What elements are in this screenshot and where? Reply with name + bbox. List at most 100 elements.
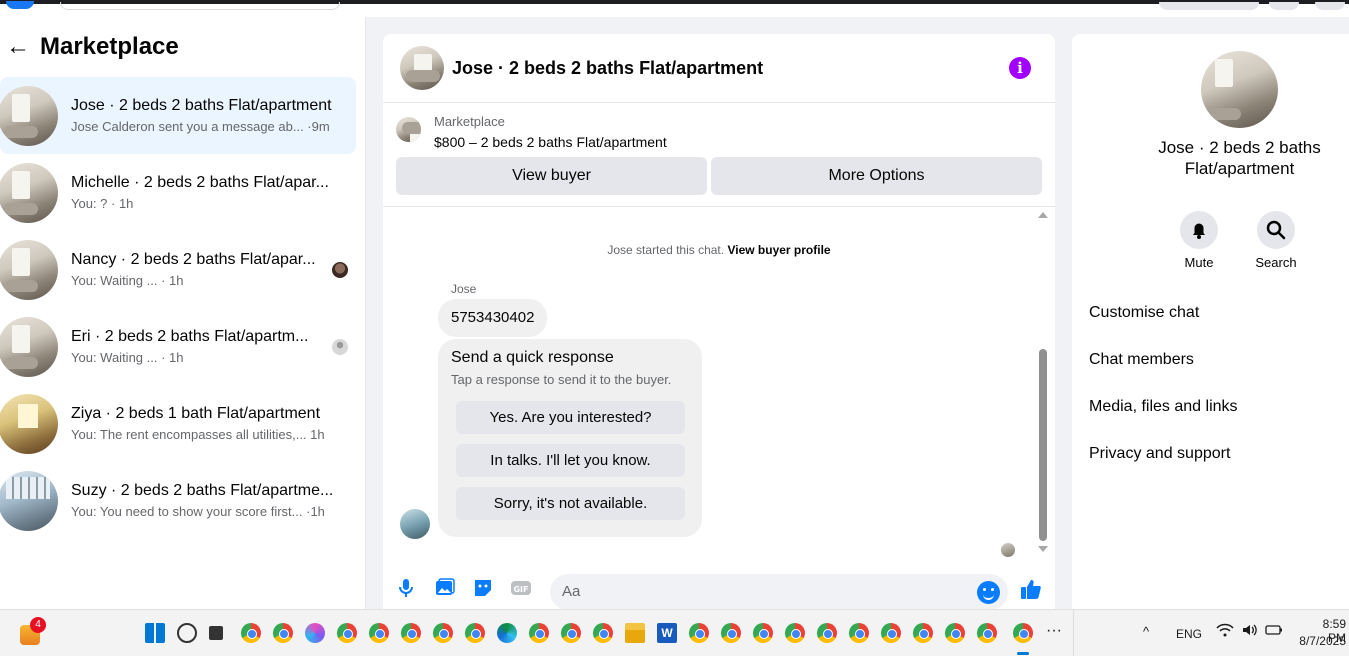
chrome-icon[interactable] bbox=[753, 623, 773, 643]
chrome-icon[interactable] bbox=[817, 623, 837, 643]
view-buyer-button[interactable]: View buyer bbox=[396, 157, 707, 195]
emoji-icon[interactable] bbox=[977, 581, 1000, 604]
task-view-icon[interactable] bbox=[209, 626, 223, 640]
quick-response-not-available-button[interactable]: Sorry, it's not available. bbox=[456, 487, 685, 520]
copilot-icon[interactable] bbox=[305, 623, 325, 643]
browser-top-strip bbox=[0, 0, 1349, 17]
profile-avatar[interactable] bbox=[1201, 51, 1278, 128]
media-files-links-item[interactable]: Media, files and links bbox=[1089, 398, 1238, 416]
listing-avatar bbox=[0, 470, 58, 531]
chrome-active-icon[interactable] bbox=[1013, 623, 1033, 643]
microphone-icon[interactable] bbox=[395, 577, 417, 599]
chrome-icon[interactable] bbox=[881, 623, 901, 643]
chrome-icon[interactable] bbox=[913, 623, 933, 643]
top-nav-icon[interactable] bbox=[1269, 2, 1299, 10]
search-label: Search bbox=[1255, 255, 1297, 270]
chat-members-item[interactable]: Chat members bbox=[1089, 351, 1194, 369]
sender-avatar bbox=[400, 509, 430, 539]
conversation-item-michelle[interactable]: Michelle · 2 beds 2 baths Flat/apar... Y… bbox=[0, 154, 356, 231]
chrome-icon[interactable] bbox=[977, 623, 997, 643]
quick-response-in-talks-button[interactable]: In talks. I'll let you know. bbox=[456, 444, 685, 477]
active-app-indicator bbox=[1017, 652, 1029, 655]
conversation-item-nancy[interactable]: Nancy · 2 beds 2 baths Flat/apar... You:… bbox=[0, 231, 356, 308]
chrome-icon[interactable] bbox=[433, 623, 453, 643]
chrome-icon[interactable] bbox=[689, 623, 709, 643]
chrome-icon[interactable] bbox=[337, 623, 357, 643]
panel-header: ← Marketplace bbox=[0, 17, 365, 77]
account-icon[interactable] bbox=[1315, 2, 1345, 10]
conversation-item-suzy[interactable]: Suzy · 2 beds 2 baths Flat/apartme... Yo… bbox=[0, 462, 356, 539]
chrome-icon[interactable] bbox=[529, 623, 549, 643]
quick-response-subtitle: Tap a response to send it to the buyer. bbox=[451, 372, 672, 387]
message-scrollbar[interactable] bbox=[1036, 207, 1050, 559]
view-buyer-profile-link[interactable]: View buyer profile bbox=[727, 243, 830, 257]
listing-price[interactable]: $800 – 2 beds 2 baths Flat/apartment bbox=[434, 134, 667, 150]
chrome-icon[interactable] bbox=[785, 623, 805, 643]
battery-icon[interactable] bbox=[1265, 624, 1283, 639]
volume-icon[interactable] bbox=[1241, 623, 1259, 640]
facebook-logo-icon[interactable] bbox=[6, 1, 34, 9]
edge-icon[interactable] bbox=[497, 623, 517, 643]
search-icon[interactable] bbox=[1257, 211, 1295, 249]
back-arrow-icon[interactable]: ← bbox=[6, 33, 40, 61]
wifi-icon[interactable] bbox=[1216, 623, 1234, 640]
conversation-name: Ziya · 2 beds 1 bath Flat/apartment bbox=[71, 405, 321, 422]
more-options-button[interactable]: More Options bbox=[711, 157, 1042, 195]
info-icon[interactable]: i bbox=[1009, 57, 1031, 79]
quick-response-yes-button[interactable]: Yes. Are you interested? bbox=[456, 401, 685, 434]
conversation-list-panel: ← Marketplace Jose · 2 beds 2 baths Flat… bbox=[0, 17, 366, 609]
chrome-icon[interactable] bbox=[241, 623, 261, 643]
more-apps-icon[interactable]: ··· bbox=[1046, 622, 1062, 640]
chrome-icon[interactable] bbox=[593, 623, 613, 643]
gif-icon[interactable]: GIF bbox=[510, 577, 532, 599]
panel-title: Marketplace bbox=[40, 33, 179, 60]
conversation-name: Eri · 2 beds 2 baths Flat/apartm... bbox=[71, 328, 309, 345]
chat-avatar[interactable] bbox=[400, 46, 444, 90]
seen-avatar-icon bbox=[332, 262, 348, 278]
search-button[interactable]: Search bbox=[1246, 211, 1306, 270]
mute-button[interactable]: Mute bbox=[1169, 211, 1229, 270]
search-taskbar-icon[interactable] bbox=[177, 623, 197, 643]
start-icon[interactable] bbox=[145, 623, 165, 643]
file-explorer-icon[interactable] bbox=[625, 623, 645, 643]
privacy-support-item[interactable]: Privacy and support bbox=[1089, 445, 1230, 463]
clock-date[interactable]: 8/7/2025 bbox=[1296, 634, 1346, 648]
like-thumb-icon[interactable] bbox=[1019, 577, 1041, 599]
chrome-icon[interactable] bbox=[465, 623, 485, 643]
language-indicator[interactable]: ENG bbox=[1176, 627, 1202, 641]
default-user-icon bbox=[332, 339, 348, 355]
sticker-icon[interactable] bbox=[472, 577, 494, 599]
facebook-search-input[interactable] bbox=[60, 2, 340, 10]
listing-thumbnail[interactable] bbox=[396, 117, 421, 142]
sender-name: Jose bbox=[451, 282, 477, 296]
message-input[interactable]: Aa bbox=[550, 574, 1008, 609]
chrome-icon[interactable] bbox=[561, 623, 581, 643]
chrome-icon[interactable] bbox=[849, 623, 869, 643]
listing-avatar bbox=[0, 316, 58, 377]
chat-panel: Jose · 2 beds 2 baths Flat/apartment i M… bbox=[383, 34, 1055, 609]
scroll-up-icon[interactable] bbox=[1038, 212, 1048, 218]
chrome-icon[interactable] bbox=[273, 623, 293, 643]
scroll-down-icon[interactable] bbox=[1038, 546, 1048, 552]
conversation-snippet: You: Waiting ... · 1h bbox=[71, 350, 184, 365]
conversation-name: Michelle · 2 beds 2 baths Flat/apar... bbox=[71, 174, 329, 191]
photo-icon[interactable] bbox=[434, 577, 456, 599]
customise-chat-item[interactable]: Customise chat bbox=[1089, 304, 1199, 322]
listing-avatar bbox=[0, 85, 58, 146]
chrome-icon[interactable] bbox=[945, 623, 965, 643]
conversation-item-eri[interactable]: Eri · 2 beds 2 baths Flat/apartm... You:… bbox=[0, 308, 356, 385]
conversation-item-jose[interactable]: Jose · 2 beds 2 baths Flat/apartment Jos… bbox=[0, 77, 356, 154]
chrome-icon[interactable] bbox=[369, 623, 389, 643]
chrome-icon[interactable] bbox=[721, 623, 741, 643]
conversation-item-ziya[interactable]: Ziya · 2 beds 1 bath Flat/apartment You:… bbox=[0, 385, 356, 462]
message-list: Jose started this chat. View buyer profi… bbox=[383, 207, 1055, 569]
word-icon[interactable]: W bbox=[657, 623, 677, 643]
chrome-icon[interactable] bbox=[401, 623, 421, 643]
scrollbar-thumb[interactable] bbox=[1039, 349, 1047, 541]
listing-avatar bbox=[0, 393, 58, 454]
message-bubble[interactable]: 5753430402 bbox=[438, 299, 548, 337]
bell-icon[interactable] bbox=[1180, 211, 1218, 249]
chat-title[interactable]: Jose · 2 beds 2 baths Flat/apartment bbox=[452, 58, 763, 79]
chevron-up-icon[interactable]: ^ bbox=[1143, 624, 1149, 639]
top-nav-button[interactable] bbox=[1159, 2, 1259, 10]
